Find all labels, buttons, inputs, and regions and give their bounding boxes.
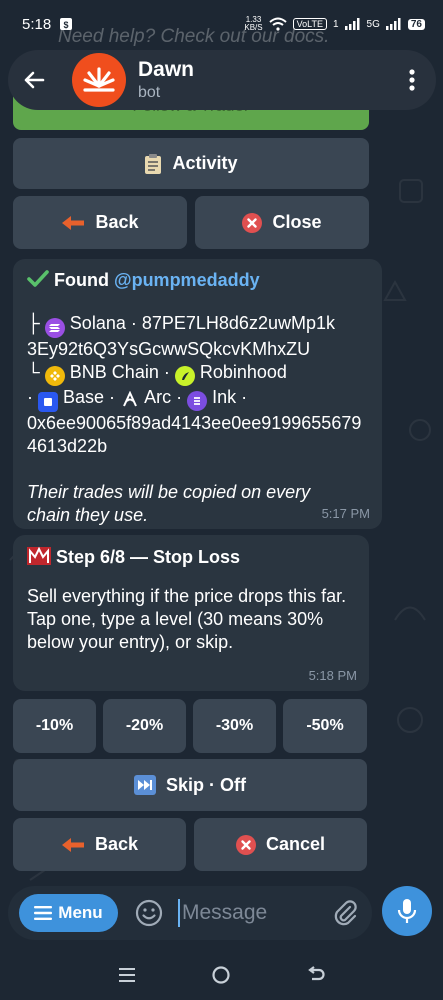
step-back-label: Back <box>94 834 139 854</box>
battery-level: 76 <box>407 18 425 30</box>
bot-menu-button[interactable]: Menu <box>19 894 118 932</box>
stop-loss-step-message: Step 6/8 — Stop Loss Sell everything if … <box>13 535 369 691</box>
evm-chains-line-1: └ BNB Chain · Robinhood <box>27 361 368 386</box>
close-label: Close <box>272 212 322 232</box>
option-30-label: -30% <box>215 717 254 734</box>
signal-icon-2 <box>385 18 401 30</box>
stop-loss-option-20[interactable]: -20% <box>103 699 186 753</box>
bnb-label: BNB Chain <box>69 362 159 382</box>
skip-label: Skip · Off <box>166 774 246 795</box>
sim-indicator: 1 <box>332 18 339 30</box>
network-speed: 1.33 KB/S <box>244 16 262 32</box>
base-icon <box>38 392 58 412</box>
close-circle-icon <box>235 834 256 855</box>
menu-label: Menu <box>58 903 103 922</box>
paperclip-icon[interactable] <box>328 898 362 928</box>
solana-icon <box>44 318 65 338</box>
bnb-icon <box>44 366 65 386</box>
volte-badge: VoLTE <box>292 18 327 30</box>
stop-loss-option-10[interactable]: -10% <box>13 699 96 753</box>
network-type: 5G <box>366 18 380 30</box>
solana-label: Solana <box>69 313 126 333</box>
message-time: 5:17 PM <box>321 506 370 521</box>
arc-icon <box>120 389 140 409</box>
found-prefix: Found <box>54 270 109 290</box>
found-trader-message: Found @pumpmedaddy ├ Solana · 87PE7LH8d6… <box>13 259 382 529</box>
stop-sign-icon <box>27 546 51 565</box>
microphone-icon <box>397 899 417 923</box>
option-10-label: -10% <box>35 717 74 734</box>
tree-end-glyph: └ <box>27 362 40 382</box>
emoji-icon[interactable] <box>134 898 164 928</box>
cancel-label: Cancel <box>265 834 326 854</box>
activity-label: Activity <box>172 153 238 173</box>
left-arrow-icon <box>61 837 84 852</box>
step-message-time: 5:18 PM <box>308 668 357 683</box>
option-20-label: -20% <box>125 717 164 734</box>
cancel-button[interactable]: Cancel <box>194 818 367 871</box>
step-title-line: Step 6/8 — Stop Loss <box>27 545 355 569</box>
more-options-button[interactable] <box>388 68 436 92</box>
stop-loss-option-30[interactable]: -30% <box>193 699 276 753</box>
base-label: Base <box>63 387 105 407</box>
status-bar: 5:18 $ 1.33 KB/S VoLTE 1 5G 76 <box>0 0 443 48</box>
skip-button[interactable]: Skip · Off <box>13 759 367 811</box>
activity-button[interactable]: Activity <box>13 138 369 189</box>
sunrise-logo-icon <box>83 67 115 92</box>
stop-loss-option-50[interactable]: -50% <box>283 699 367 753</box>
step-body: Sell everything if the price drops this … <box>27 586 347 652</box>
arc-label: Arc <box>144 387 172 407</box>
close-circle-icon <box>242 212 263 233</box>
ink-label: Ink <box>212 387 237 407</box>
trader-handle-link[interactable]: @pumpmedaddy <box>114 270 260 290</box>
home-icon[interactable] <box>211 965 231 985</box>
option-50-label: -50% <box>306 717 344 734</box>
back-label: Back <box>95 212 139 232</box>
found-line: Found @pumpmedaddy <box>27 269 368 292</box>
solana-address-part2: 3Ey92t6Q3YsGcwwSQkcvKMhxZU <box>27 339 311 359</box>
solana-line: ├ Solana · 87PE7LH8d6z2uwMp1k <box>27 312 368 338</box>
status-time: 5:18 <box>22 15 52 33</box>
message-composer: Menu Message <box>8 886 372 940</box>
evm-address-part2: 4613d22b <box>27 436 108 456</box>
system-nav-bar <box>0 950 443 1000</box>
clipboard-icon <box>145 153 162 174</box>
bot-avatar[interactable] <box>72 53 126 107</box>
left-arrow-icon <box>62 215 85 230</box>
signal-icon-1 <box>344 18 360 30</box>
voice-record-button[interactable] <box>382 886 432 936</box>
back-nav-icon[interactable] <box>306 966 326 984</box>
ink-icon <box>187 391 208 411</box>
arrow-left-icon <box>24 71 45 89</box>
chat-subtitle: bot <box>138 84 161 101</box>
close-button[interactable]: Close <box>195 196 369 249</box>
chat-title: Dawn <box>138 58 195 81</box>
solana-address-part1: 87PE7LH8d6z2uwMp1k <box>141 313 335 333</box>
copy-note: Their trades will be copied on every cha… <box>27 482 311 525</box>
hamburger-icon <box>34 906 53 920</box>
evm-chains-line-2: · Base · Arc · Ink · <box>27 386 368 412</box>
wifi-icon <box>268 17 287 31</box>
speed-unit: KB/S <box>244 23 263 32</box>
svg-text:$: $ <box>64 20 69 30</box>
robinhood-label: Robinhood <box>199 362 287 382</box>
chat-header: Dawn bot <box>8 50 436 110</box>
tree-branch-glyph: ├ <box>27 313 40 333</box>
evm-address-part1: 0x6ee90065f89ad4143ee0ee9199655679 <box>27 413 362 433</box>
fast-forward-icon <box>134 775 156 795</box>
back-button[interactable]: Back <box>13 196 187 249</box>
notification-icon: $ <box>60 18 73 30</box>
message-input[interactable]: Message <box>178 899 328 927</box>
robinhood-icon <box>174 366 195 386</box>
recent-apps-icon[interactable] <box>118 966 136 984</box>
check-mark-icon <box>27 270 49 287</box>
kebab-menu-icon <box>409 69 415 91</box>
back-arrow-button[interactable] <box>8 54 60 106</box>
step-back-button[interactable]: Back <box>13 818 186 871</box>
step-title: Step 6/8 — Stop Loss <box>56 547 241 567</box>
